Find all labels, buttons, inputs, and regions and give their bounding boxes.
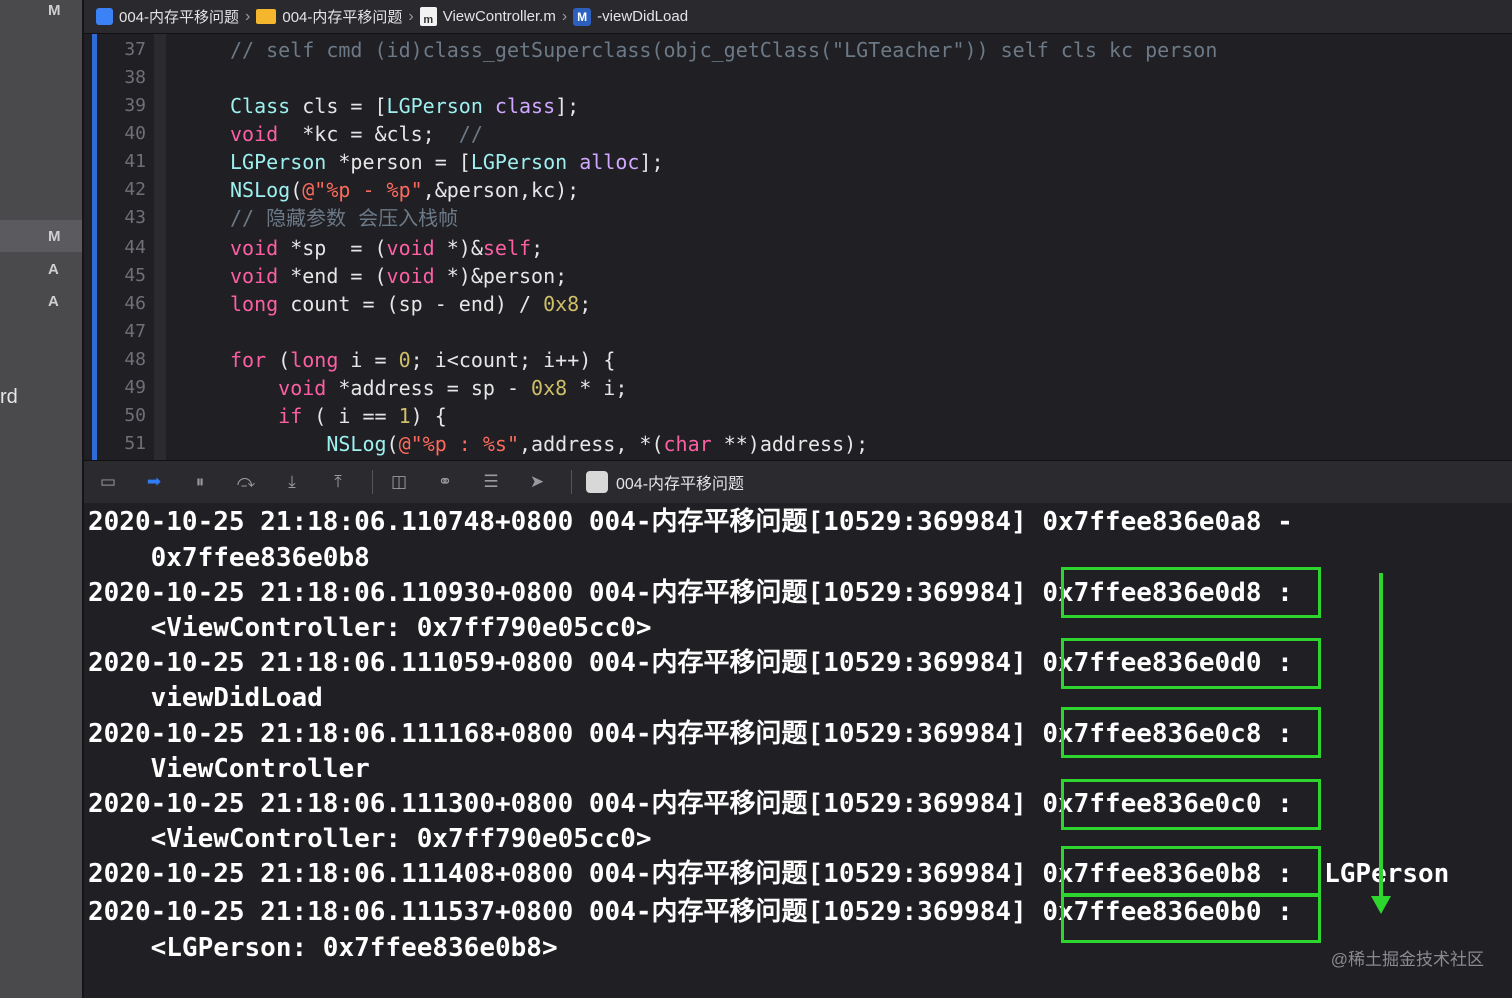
line-number: 48 bbox=[124, 349, 146, 370]
breadcrumb-folder[interactable]: 004-内存平移问题 bbox=[256, 6, 402, 27]
code-line: void *end = (void *)&person; bbox=[230, 264, 568, 288]
code-line: for (long i = 0; i<count; i++) { bbox=[230, 348, 616, 372]
code-line: NSLog(@"%p - %p",&person,kc); bbox=[230, 178, 580, 202]
toolbar-divider bbox=[571, 470, 572, 494]
highlight-box bbox=[1061, 707, 1321, 758]
breadcrumb-project[interactable]: 004-内存平移问题 bbox=[96, 6, 239, 27]
line-number: 42 bbox=[124, 179, 146, 200]
breadcrumb-file-label: ViewController.m bbox=[442, 8, 556, 25]
breadcrumb-project-label: 004-内存平移问题 bbox=[119, 9, 240, 26]
process-label[interactable]: 004-内存平移问题 bbox=[616, 470, 744, 494]
breadcrumb-folder-label: 004-内存平移问题 bbox=[282, 9, 403, 26]
folder-icon bbox=[256, 9, 277, 24]
chevron-right-icon: › bbox=[561, 7, 568, 25]
console-line: 2020-10-25 21:18:06.110748+0800 004-内存平移… bbox=[88, 507, 1293, 537]
line-number: 43 bbox=[124, 207, 146, 228]
line-number: 46 bbox=[124, 293, 146, 314]
line-number: 49 bbox=[124, 377, 146, 398]
code-folding-ribbon[interactable] bbox=[154, 34, 166, 460]
breakpoints-icon[interactable]: ➡ bbox=[142, 471, 166, 493]
down-arrow-icon bbox=[1371, 896, 1391, 914]
code-line: LGPerson *person = [LGPerson alloc]; bbox=[230, 150, 664, 174]
code-line: // self cmd (id)class_getSuperclass(objc… bbox=[230, 38, 1218, 62]
code-line: // 隐藏参数 会压入栈帧 bbox=[230, 206, 459, 230]
nav-status-letter[interactable]: M bbox=[48, 228, 61, 245]
code-line: void *kc = &cls; // bbox=[230, 122, 483, 146]
line-number: 41 bbox=[124, 151, 146, 172]
nav-status-letter[interactable]: A bbox=[48, 261, 59, 278]
console-line: viewDidLoad bbox=[88, 683, 323, 713]
project-icon bbox=[96, 8, 113, 25]
console-line: <LGPerson: 0x7ffee836e0b8> bbox=[88, 933, 558, 963]
objc-file-icon: m bbox=[419, 7, 437, 26]
change-ribbon bbox=[92, 34, 97, 460]
console-line: 0x7ffee836e0b8 bbox=[88, 543, 370, 573]
memory-graph-icon[interactable]: ⚭ bbox=[433, 471, 457, 493]
source-editor[interactable]: 37 // self cmd (id)class_getSuperclass(ob… bbox=[84, 34, 1512, 460]
app-icon bbox=[586, 471, 608, 493]
breadcrumb-method[interactable]: M -viewDidLoad bbox=[573, 7, 689, 26]
highlight-box bbox=[1061, 567, 1321, 618]
nav-clipped-text: rd bbox=[0, 386, 18, 408]
line-number: 47 bbox=[124, 321, 146, 342]
pause-icon[interactable]: ⏸ bbox=[188, 471, 212, 493]
chevron-right-icon: › bbox=[245, 7, 251, 25]
line-number: 40 bbox=[124, 123, 146, 144]
method-icon: M bbox=[573, 7, 592, 26]
location-icon[interactable]: ➤ bbox=[525, 471, 549, 493]
toolbar-divider bbox=[372, 470, 373, 494]
highlight-box bbox=[1061, 779, 1321, 830]
navigator-panel: M M A A rd bbox=[0, 0, 82, 998]
nav-status-letter: M bbox=[48, 2, 61, 19]
breadcrumb: 004-内存平移问题 › 004-内存平移问题 › m ViewControll… bbox=[84, 0, 1512, 34]
highlight-box bbox=[1061, 893, 1321, 943]
breadcrumb-file[interactable]: m ViewController.m bbox=[419, 7, 556, 26]
line-number: 50 bbox=[124, 405, 146, 426]
line-number: 39 bbox=[124, 95, 146, 116]
code-line: Class cls = [LGPerson class]; bbox=[230, 94, 580, 118]
line-number: 37 bbox=[124, 39, 146, 60]
console-line: <ViewController: 0x7ff790e05cc0> bbox=[88, 613, 652, 643]
watermark: @稀土掘金技术社区 bbox=[1330, 950, 1484, 969]
code-line: void *sp = (void *)&self; bbox=[230, 236, 544, 260]
debug-toolbar: ▭ ➡ ⏸ ⤼ ⤓ ⤒ ◫ ⚭ ☰ ➤ 004-内存平移问题 bbox=[84, 460, 1512, 504]
console-line: ViewController bbox=[88, 754, 370, 784]
step-out-icon[interactable]: ⤒ bbox=[326, 471, 350, 493]
nav-status-letter[interactable]: A bbox=[48, 293, 59, 310]
down-arrow-shaft bbox=[1379, 573, 1383, 903]
navigator-selected-row[interactable] bbox=[0, 220, 82, 252]
line-number: 44 bbox=[124, 237, 146, 258]
breadcrumb-method-label: -viewDidLoad bbox=[597, 8, 689, 25]
hide-console-icon[interactable]: ▭ bbox=[96, 471, 120, 493]
chevron-right-icon: › bbox=[408, 7, 414, 25]
line-number: 45 bbox=[124, 265, 146, 286]
code-line: long count = (sp - end) / 0x8; bbox=[230, 292, 592, 316]
highlight-box bbox=[1061, 638, 1321, 689]
code-line: NSLog(@"%p : %s",address, *(char **)addr… bbox=[326, 432, 869, 456]
code-line: void *address = sp - 0x8 * i; bbox=[278, 376, 628, 400]
line-number: 51 bbox=[124, 433, 146, 454]
console-line: <ViewController: 0x7ff790e05cc0> bbox=[88, 824, 652, 854]
environment-icon[interactable]: ☰ bbox=[479, 471, 503, 493]
view-debugger-icon[interactable]: ◫ bbox=[387, 471, 411, 493]
step-into-icon[interactable]: ⤓ bbox=[280, 471, 304, 493]
line-number: 38 bbox=[124, 67, 146, 88]
code-line: if ( i == 1) { bbox=[278, 404, 447, 428]
highlight-box bbox=[1061, 846, 1321, 897]
step-over-icon[interactable]: ⤼ bbox=[234, 471, 258, 493]
